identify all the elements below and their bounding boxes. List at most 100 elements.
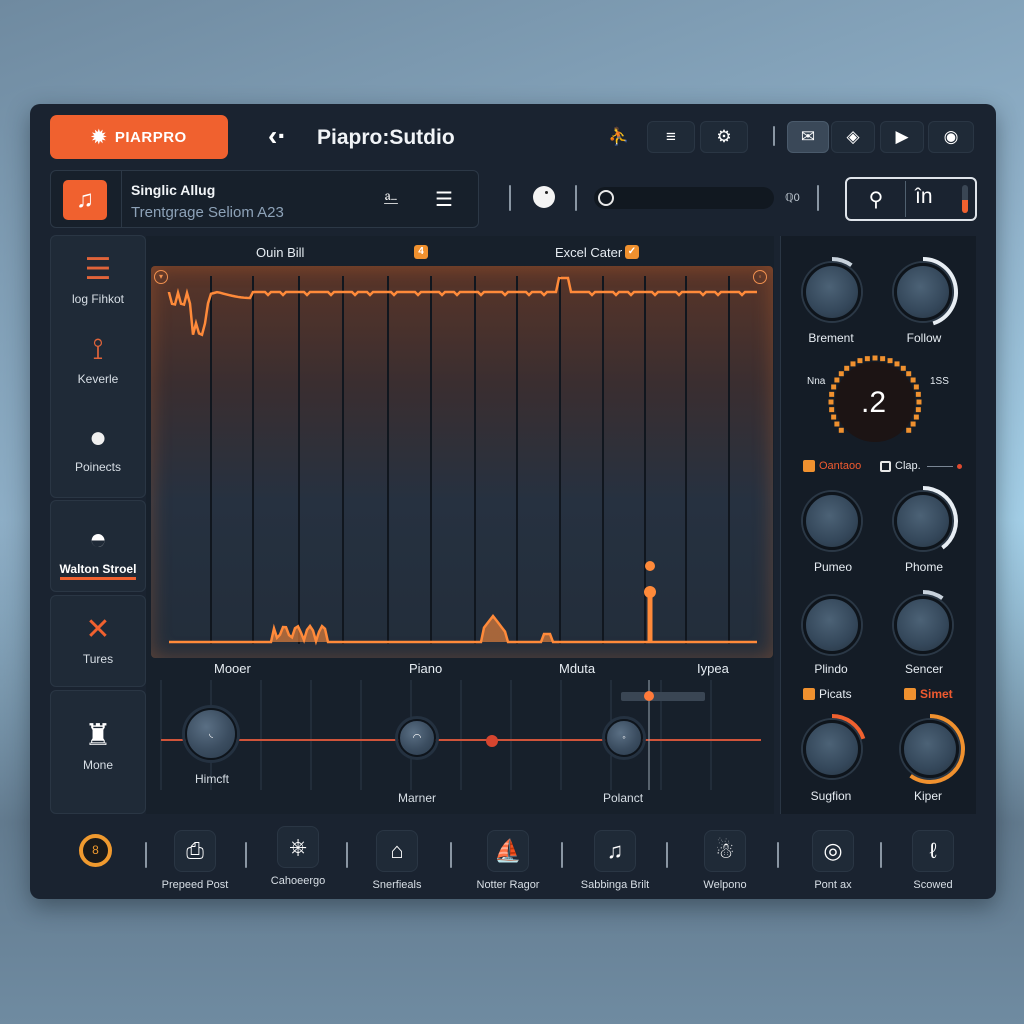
expand-icon[interactable]: ◦	[753, 270, 767, 284]
tag-button[interactable]: ◈	[831, 121, 875, 153]
sidebar-item-mone[interactable]: ♜ Mone	[50, 716, 146, 772]
knob-sencer[interactable]	[894, 596, 952, 654]
knob-mark: ◠	[412, 732, 422, 744]
track-name: Singlic Allug	[131, 182, 216, 198]
back-button[interactable]: ‹·	[268, 120, 287, 152]
tag-picats[interactable]: Picats	[803, 687, 852, 701]
dial-tick	[831, 384, 837, 390]
menu-button[interactable]: ≡	[647, 121, 695, 153]
mixer-knob-label: Polanct	[603, 791, 644, 805]
mixer-lines	[160, 680, 761, 790]
waveform-area[interactable]: ▾ ◦	[151, 266, 773, 658]
dial-tick	[915, 407, 921, 413]
eye-button[interactable]: ◉	[928, 121, 974, 153]
playhead-marker	[645, 561, 655, 571]
dial-tick	[834, 377, 840, 383]
toggle-clap[interactable]: Clap.	[880, 460, 962, 472]
brand-button[interactable]: ✹ PIARPRO	[50, 115, 228, 159]
settings-button[interactable]: ⚙	[700, 121, 748, 153]
waveform-bottom	[169, 613, 757, 646]
mini-slider-track[interactable]	[926, 465, 953, 467]
sidebar-item-label: Tures	[82, 652, 114, 666]
knob-label: Sugfion	[810, 789, 852, 803]
sidebar-item-label: Walton Stroel	[59, 562, 137, 580]
divider	[575, 185, 577, 211]
bottom-item-label: Welpono	[703, 879, 747, 891]
apple-icon: ●	[88, 421, 108, 454]
bottom-item-notter-ragor[interactable]: ⛵ Notter Ragor	[453, 830, 563, 891]
track-lane-title: Excel Cater	[555, 245, 623, 260]
knob-kiper[interactable]	[901, 720, 959, 778]
wheel-icon: ⎈	[277, 826, 319, 868]
dial-value: .2	[861, 386, 887, 419]
knob-phome[interactable]	[894, 492, 952, 550]
bottom-item-prepeed-post[interactable]: ⎙ Prepeed Post	[140, 830, 250, 891]
mixer-knob-label: Marner	[398, 791, 437, 805]
bottom-item-snerfieals[interactable]: ⌂ Snerfieals	[342, 830, 452, 891]
divider	[450, 842, 452, 868]
dial-tick	[864, 356, 870, 362]
sidebar-item-log[interactable]: ☰ log Fihkot	[50, 250, 146, 306]
tag-simet[interactable]: Simet	[904, 687, 953, 701]
tag-icon	[803, 688, 815, 700]
play-button[interactable]: ▶	[880, 121, 924, 153]
divider	[666, 842, 668, 868]
dial-tick	[916, 399, 922, 405]
search-group: ⚲ în	[845, 177, 977, 221]
curve-icon: ℓ	[912, 830, 954, 872]
scrub-bar[interactable]	[594, 187, 774, 209]
bottom-item-sabbinga-brilt[interactable]: ♫ Sabbinga Brilt	[560, 830, 670, 891]
music-note-icon: ♫	[594, 830, 636, 872]
dial-tick	[887, 358, 893, 364]
arrows-cross-icon: ✕	[85, 613, 111, 646]
arch-icon: ⌂	[376, 830, 418, 872]
inbox-button[interactable]: ✉	[787, 121, 829, 153]
edit-icon[interactable]: ⎁	[383, 187, 399, 210]
knob-sugfion[interactable]	[803, 720, 861, 778]
target-icon: ◎	[812, 830, 854, 872]
checkbox-checked[interactable]	[803, 460, 815, 472]
bottom-item-cahoeergo[interactable]: ⎈ Cahoeergo	[243, 826, 353, 887]
dial-tick	[900, 365, 906, 371]
mixer-center-marker	[486, 735, 498, 747]
bottom-item-label: Sabbinga Brilt	[580, 879, 650, 891]
knob-follow[interactable]	[894, 263, 952, 321]
lane-check-badge[interactable]: ✓	[625, 245, 639, 259]
bottom-item-welpono[interactable]: ☃ Welpono	[670, 830, 780, 891]
knob-brement[interactable]	[803, 263, 861, 321]
brand-label: PIARPRO	[114, 128, 187, 146]
input-button[interactable]: în	[915, 185, 933, 209]
knob-plindo[interactable]	[803, 596, 861, 654]
position-knob[interactable]	[533, 186, 555, 208]
sidebar-item-keverle[interactable]: ⟟ Keverle	[50, 330, 146, 386]
mixer-knob-marner[interactable]: ◠	[398, 719, 436, 757]
collapse-icon[interactable]: ▾	[154, 270, 168, 284]
dial-tick	[915, 391, 921, 397]
bottom-item-label: Pont ax	[814, 879, 852, 891]
music-note-icon: ♫	[63, 180, 107, 220]
mixer-knob-himcft[interactable]: ◟	[185, 708, 237, 760]
mixer-knob-polanct[interactable]: ◦	[605, 719, 643, 757]
node-graph-icon: ⟟	[92, 333, 104, 366]
record-button[interactable]: 8	[79, 834, 112, 867]
checkbox-unchecked[interactable]	[880, 460, 891, 472]
dial-tick	[910, 377, 916, 383]
figure-icon[interactable]: ⛹	[604, 121, 634, 153]
crown-icon: ♜	[84, 719, 112, 752]
mini-slider-thumb[interactable]	[956, 463, 962, 469]
bottom-item-pont-ax[interactable]: ◎ Pont ax	[778, 830, 888, 891]
toggle-oantaoo[interactable]: Oantaoo	[803, 460, 861, 472]
sidebar-item-poinects[interactable]: ● Poinects	[50, 418, 146, 474]
lane-badge[interactable]: 4	[414, 245, 428, 259]
search-icon[interactable]: ⚲	[847, 179, 905, 219]
list-icon[interactable]: ☰	[435, 187, 453, 212]
sidebar-item-tures[interactable]: ✕ Tures	[50, 610, 146, 666]
bottom-item-scowed[interactable]: ℓ Scowed	[878, 830, 988, 891]
track-card[interactable]: ♫ Singlic Allug Trentgrage Seliom A23 ⎁ …	[50, 170, 479, 228]
dial-min-label: Nna	[807, 376, 826, 387]
knob-mark: ◦	[622, 732, 626, 744]
toggle-label: Clap.	[895, 460, 921, 472]
knob-pumeo[interactable]	[803, 492, 861, 550]
sidebar-item-walton[interactable]: ◓ Walton Stroel	[50, 520, 146, 580]
scrub-thumb[interactable]	[598, 190, 614, 206]
